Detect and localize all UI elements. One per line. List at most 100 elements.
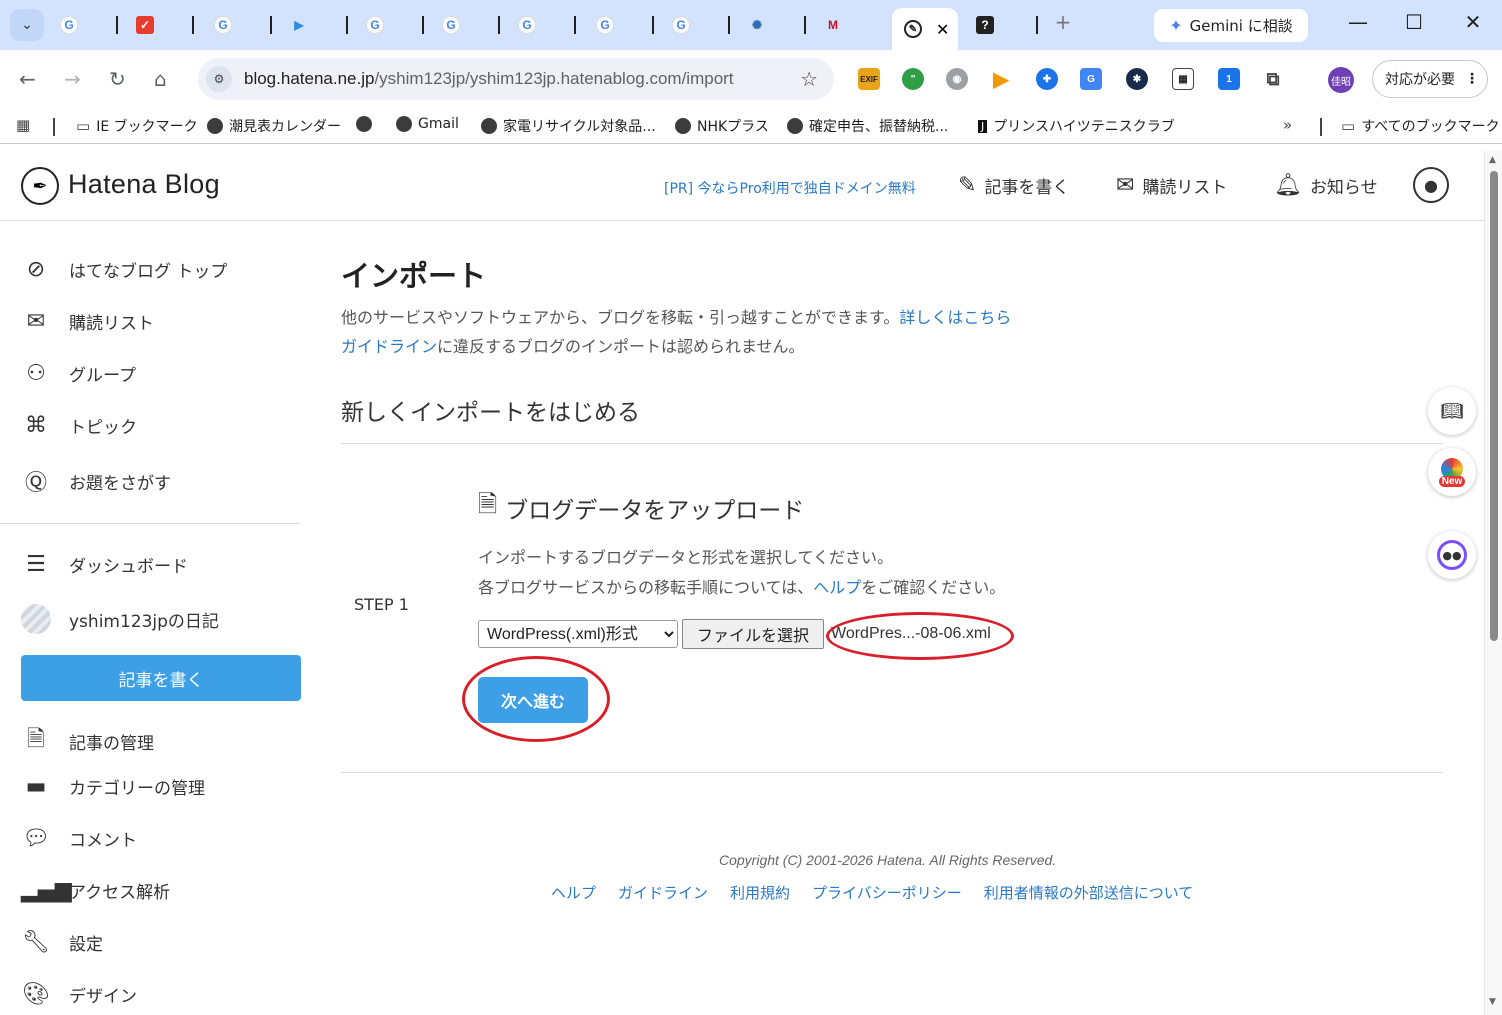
hatena-pen-logo-icon[interactable]: ✒ [21,167,59,205]
close-icon[interactable]: ✕ [936,20,949,39]
footer-link[interactable]: 利用者情報の外部送信について [984,882,1194,903]
site-header: ✒ Hatena Blog [PR] 今ならPro利用で独自ドメイン無料 ✎ 記事… [0,151,1484,221]
pr-link[interactable]: [PR] 今ならPro利用で独自ドメイン無料 [664,178,916,198]
header-notifications-link[interactable]: 🔔︎ お知らせ [1274,173,1378,198]
sidebar-item-topics[interactable]: ⌘ トピック [21,413,137,438]
new-badge: New [1438,475,1466,487]
learn-more-link[interactable]: 詳しくはこちら [899,308,1011,327]
tab[interactable]: ? [964,8,1038,42]
scroll-down-arrow-icon[interactable]: ▼ [1489,997,1496,1007]
footer-link[interactable]: 利用規約 [730,882,790,903]
format-select[interactable]: WordPress(.xml)形式 [478,620,678,648]
play-extension-icon[interactable]: ▶ [990,68,1012,91]
annotation-circle [462,656,610,742]
bookmark-item[interactable]: 潮見表カレンダー [207,116,341,136]
sidebar-item-dashboard[interactable]: ☰ ダッシュボード [21,552,188,577]
scroll-thumb[interactable] [1490,171,1498,641]
sidebar-item-groups[interactable]: ⚇ グループ [21,361,136,386]
tab[interactable]: G [660,8,730,42]
sidebar-divider [0,523,300,524]
back-arrow-icon[interactable]: ← [19,67,36,91]
reload-icon[interactable]: ↻ [109,67,126,91]
guideline-link[interactable]: ガイドライン [341,337,437,356]
qr-extension-icon[interactable]: ▦ [1172,68,1194,90]
site-info-icon[interactable]: ⚙ [206,66,232,92]
bookmark-item[interactable]: 確定申告、振替納税... [787,116,948,136]
sidebar-item-settings[interactable]: 🔧︎ 設定 [21,930,103,955]
bookmark-item[interactable]: Gmail [396,116,459,132]
tab-active[interactable]: ✎ ✕ [892,8,958,50]
sidebar-item-subscriptions[interactable]: ✉ 購読リスト [21,309,154,334]
profile-avatar[interactable]: 佳昭 [1328,67,1354,93]
choose-file-button[interactable]: ファイルを選択 [682,619,824,649]
new-tab-button[interactable]: + [1048,10,1078,34]
bookmark-item[interactable]: 家電リサイクル対象品... [481,116,656,136]
assistant-face-icon[interactable]: ●● [1428,531,1476,579]
address-bar[interactable]: ⚙ blog.hatena.ne.jp/yshim123jp/yshim123j… [198,58,834,100]
home-icon[interactable]: ⌂ [154,67,167,91]
translate-extension-icon[interactable]: G [1080,68,1102,90]
sidebar-write-button[interactable]: 記事を書く [21,655,301,701]
instruction-text: をご確認ください。 [861,578,1006,597]
new-widget-button[interactable]: New [1428,448,1476,496]
tab[interactable]: ✓ [124,8,194,42]
scroll-up-arrow-icon[interactable]: ▲ [1489,155,1496,165]
header-subscriptions-link[interactable]: ✉ 購読リスト [1116,173,1227,198]
sidebar-item-categories[interactable]: ▬ カテゴリーの管理 [21,774,205,799]
divider [341,443,1443,444]
window-close-button[interactable]: ✕ [1458,10,1488,34]
quote-extension-icon[interactable]: ” [902,68,924,90]
footer-link[interactable]: ガイドライン [618,882,708,903]
apps-grid-icon[interactable]: ▦ [16,116,30,134]
sidebar-item-top[interactable]: ⊘ はてなブログ トップ [21,257,228,282]
minimize-button[interactable]: — [1343,10,1373,34]
sidebar-item-analytics[interactable]: ▂▄▆ アクセス解析 [21,878,170,903]
bookmark-item[interactable]: NHKプラス [675,116,769,136]
forward-arrow-icon[interactable]: → [64,67,81,91]
sidebar-item-entries[interactable]: 🗎 記事の管理 [21,722,154,760]
bookmark-item[interactable]: J プリンスハイツテニスクラブ [978,116,1175,136]
help-link[interactable]: ヘルプ [813,578,861,597]
footer-link[interactable]: プライバシーポリシー [812,882,962,903]
tab-search-button[interactable]: ⌄ [10,9,44,41]
blue-extension-icon[interactable]: ✚ [1036,68,1058,90]
tab[interactable]: G [430,8,500,42]
sidebar-item-comments[interactable]: 💬︎ コメント [21,826,137,851]
tab[interactable]: G [506,8,576,42]
scrollbar[interactable]: ▲ ▼ [1484,151,1502,1015]
bookmark-item[interactable] [356,116,372,132]
user-account-icon[interactable]: ● [1413,167,1449,203]
all-bookmarks-folder[interactable]: ▭ すべてのブックマーク [1341,116,1500,136]
bookmark-folder[interactable]: ▭ IE ブックマーク [76,116,198,136]
maximize-button[interactable]: ☐ [1399,10,1429,34]
tab[interactable]: G [48,8,118,42]
sidebar-item-blog[interactable]: yshim123jpの日記 [21,604,219,634]
tab[interactable]: ▶ [278,8,348,42]
action-needed-button[interactable]: 対応が必要 ⋮ [1372,60,1488,98]
rss-extension-icon[interactable]: ◉ [946,68,968,90]
logo-text[interactable]: Hatena Blog [68,169,220,200]
badge-extension-icon[interactable]: 1 [1218,68,1240,90]
more-vert-icon: ⋮ [1465,71,1479,87]
photo-extension-icon[interactable]: ✱ [1126,68,1148,90]
gemini-button[interactable]: ✦ Gemini に相談 [1154,9,1308,42]
sidebar-item-label: はてなブログ トップ [69,262,228,282]
bookmark-label: IE ブックマーク [96,119,198,135]
tab[interactable]: G [202,8,272,42]
footer-link[interactable]: ヘルプ [551,882,596,903]
tab[interactable]: ✺ [736,8,806,42]
tab[interactable]: G [354,8,424,42]
instruction-text: インポートするブログデータと形式を選択してください。 [478,548,894,567]
more-bookmarks-chevron-icon[interactable]: » [1283,116,1292,134]
sidebar-item-design[interactable]: 🎨︎ デザイン [21,982,137,1007]
sidebar-item-themes[interactable]: Ⓠ お題をさがす [21,465,171,497]
bookmark-star-icon[interactable]: ☆ [800,67,818,91]
extensions-puzzle-icon[interactable]: ⧉ [1262,68,1284,90]
tab[interactable]: G [584,8,654,42]
tab[interactable]: M [812,8,882,42]
url-host: blog.hatena.ne.jp [244,69,375,88]
exif-extension-icon[interactable]: EXIF [858,68,880,90]
reader-book-icon[interactable]: 📖︎ [1428,387,1476,435]
help-icon: ? [976,16,994,34]
header-write-link[interactable]: ✎ 記事を書く [958,173,1069,198]
